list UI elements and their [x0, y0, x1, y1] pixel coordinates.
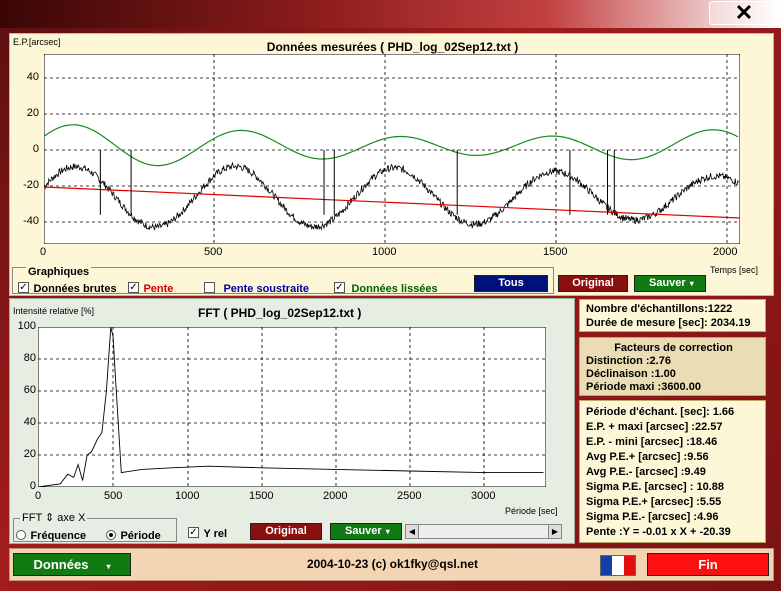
stat-line: Sigma P.E.- [arcsec] :4.96 [586, 511, 719, 523]
fft-save-button[interactable]: Sauver ▾ [330, 523, 402, 540]
y-tick: 0 [32, 143, 39, 155]
checkbox-label: Données lissées [351, 283, 438, 295]
checkbox-raw-data[interactable]: ✓ Données brutes [18, 279, 117, 297]
stats-panel: Période d'échant. [sec]: 1.66 E.P. + max… [579, 400, 766, 543]
fft-chart [38, 327, 546, 487]
checkbox-box[interactable]: ✓ [128, 282, 139, 294]
stat-line: Période d'échant. [sec]: 1.66 [586, 406, 735, 418]
x-tick: 500 [104, 490, 123, 502]
save-label: Sauver [345, 525, 382, 537]
top-x-axis-label: Temps [sec] [710, 265, 759, 275]
stat-line: Pente :Y = -0.01 x X + -20.39 [586, 526, 731, 538]
close-button[interactable]: ✕ [709, 1, 779, 25]
measured-data-panel: E.P.[arcsec] Données mesurées ( PHD_log_… [9, 33, 774, 296]
save-button[interactable]: Sauver ▾ [634, 275, 706, 292]
stat-line: Sigma P.E.+ [arcsec] :5.55 [586, 496, 722, 508]
french-flag-icon[interactable] [600, 555, 636, 576]
graphiques-label: Graphiques [26, 266, 92, 278]
y-tick: 40 [26, 71, 39, 83]
chevron-down-icon: ▾ [689, 279, 694, 288]
stat-line: Avg P.E.- [arcsec] :9.49 [586, 466, 706, 478]
close-icon: ✕ [734, 0, 754, 25]
x-tick: 2000 [713, 246, 738, 258]
y-tick: 20 [26, 107, 39, 119]
radio-label: Fréquence [30, 530, 87, 542]
x-tick: 2500 [397, 490, 422, 502]
samples-count: Nombre d'échantillons:1222 [586, 303, 733, 315]
title-bar: ✕ [0, 0, 781, 28]
checkbox-box[interactable]: ✓ [18, 282, 29, 294]
fft-chart-title: FFT ( PHD_log_02Sep12.txt ) [198, 306, 362, 320]
x-tick: 1000 [372, 246, 397, 258]
exit-button[interactable]: Fin [647, 553, 769, 576]
x-tick: 0 [40, 246, 47, 258]
checkbox-box[interactable]: ✓ [188, 527, 199, 539]
checkbox-box[interactable] [204, 282, 215, 294]
checkbox-box[interactable]: ✓ [334, 282, 345, 294]
checkbox-label: Y rel [203, 528, 228, 540]
stat-line: E.P. + maxi [arcsec] :22.57 [586, 421, 723, 433]
all-button[interactable]: Tous [474, 275, 548, 292]
x-tick: 1000 [175, 490, 200, 502]
measure-duration: Durée de mesure [sec]: 2034.19 [586, 317, 751, 329]
stat-line: Avg P.E.+ [arcsec] :9.56 [586, 451, 709, 463]
y-tick: 20 [23, 448, 36, 460]
x-tick: 1500 [249, 490, 274, 502]
fft-original-button[interactable]: Original [250, 523, 322, 540]
checkbox-label: Données brutes [33, 283, 117, 295]
checkbox-yrel[interactable]: ✓ Y rel [188, 524, 227, 542]
checkbox-slope-subtracted[interactable]: Pente soustraite [204, 279, 309, 297]
stat-line: E.P. - mini [arcsec] :18.46 [586, 436, 718, 448]
distinction-value: Distinction :2.76 [586, 355, 671, 367]
save-label: Sauver [649, 277, 686, 289]
checkbox-slope[interactable]: ✓ Pente [128, 279, 173, 297]
x-tick: 0 [35, 490, 42, 502]
y-tick: -20 [23, 179, 39, 191]
checkbox-label: Pente [143, 283, 174, 295]
fft-y-axis-label: Intensité relative [%] [13, 306, 95, 316]
y-tick: 80 [23, 352, 36, 364]
radio-frequence[interactable]: Fréquence [16, 526, 86, 544]
y-tick: 40 [23, 416, 36, 428]
fft-x-axis-label: Période [sec] [505, 506, 558, 516]
chevron-down-icon: ▾ [385, 527, 390, 536]
correction-title: Facteurs de correction [614, 342, 733, 354]
top-chart [44, 54, 740, 244]
stat-line: Sigma P.E. [arcsec] : 10.88 [586, 481, 724, 493]
scrollbar[interactable]: ◀ ▶ [405, 524, 562, 539]
x-tick: 3000 [471, 490, 496, 502]
radio-icon[interactable] [106, 529, 116, 540]
correction-panel: Facteurs de correction Distinction :2.76… [579, 337, 766, 396]
periode-maxi-value: Période maxi :3600.00 [586, 381, 701, 393]
y-tick: 100 [17, 320, 36, 332]
checkbox-smoothed[interactable]: ✓ Données lissées [334, 279, 438, 297]
x-tick: 500 [204, 246, 223, 258]
y-tick: 60 [23, 384, 36, 396]
x-tick: 2000 [323, 490, 348, 502]
scroll-right-icon[interactable]: ▶ [548, 525, 561, 538]
top-chart-title: Données mesurées ( PHD_log_02Sep12.txt ) [266, 40, 519, 54]
fft-panel: Intensité relative [%] FFT ( PHD_log_02S… [9, 298, 575, 544]
x-tick: 1500 [543, 246, 568, 258]
declinaison-value: Déclinaison :1.00 [586, 368, 676, 380]
radio-label: Période [120, 530, 161, 542]
summary-panel: Nombre d'échantillons:1222 Durée de mesu… [579, 299, 766, 332]
y-tick: -40 [23, 215, 39, 227]
fft-axis-label: FFT ⇕ axe X [20, 511, 88, 524]
checkbox-label: Pente soustraite [223, 283, 310, 295]
radio-icon[interactable] [16, 529, 26, 540]
app-window: ✕ E.P.[arcsec] Données mesurées ( PHD_lo… [0, 0, 781, 591]
scroll-left-icon[interactable]: ◀ [406, 525, 419, 538]
y-tick: 0 [29, 480, 36, 492]
radio-periode[interactable]: Période [106, 526, 161, 544]
status-bar: Données ▾ 2004-10-23 (c) ok1fky@qsl.net F… [9, 548, 774, 581]
original-button[interactable]: Original [558, 275, 628, 292]
